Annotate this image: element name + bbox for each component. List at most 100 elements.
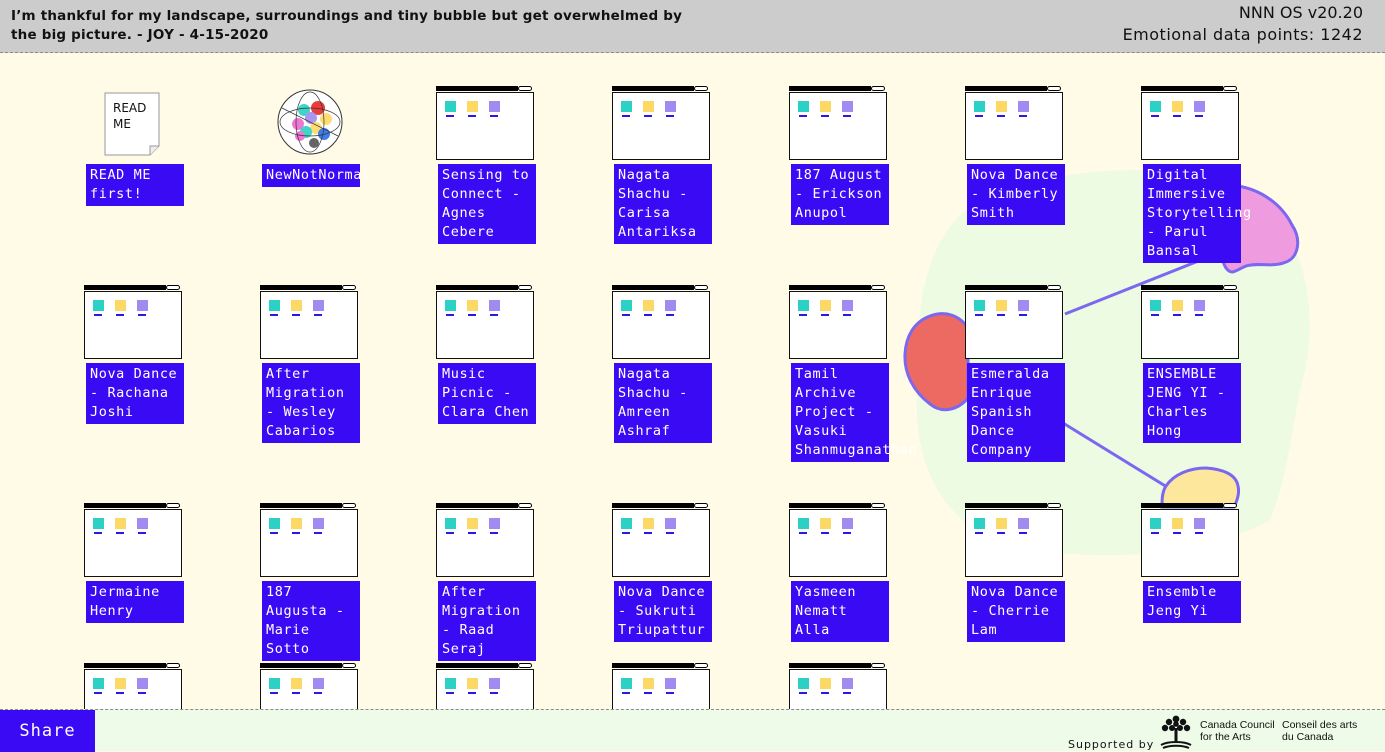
color-square bbox=[621, 678, 632, 689]
window-titlebar bbox=[612, 503, 694, 508]
color-square bbox=[974, 300, 985, 311]
icon-label: Ensemble Jeng Yi bbox=[1143, 581, 1241, 623]
window-thumbnail bbox=[1141, 503, 1239, 577]
square-underline bbox=[138, 314, 146, 316]
conseil-des-arts-fr: Conseil des arts du Canada bbox=[1282, 719, 1358, 743]
square-underline bbox=[94, 314, 102, 316]
square-underline bbox=[468, 314, 476, 316]
window-body bbox=[84, 509, 182, 577]
color-square bbox=[313, 518, 324, 529]
color-square bbox=[467, 101, 478, 112]
square-underline bbox=[468, 115, 476, 117]
window-body bbox=[436, 291, 534, 359]
square-underline bbox=[314, 314, 322, 316]
color-square bbox=[115, 518, 126, 529]
window-control-button bbox=[342, 503, 356, 508]
icon-label: 187 August - Erickson Anupol bbox=[791, 164, 889, 225]
share-button[interactable]: Share bbox=[0, 710, 95, 752]
window-thumbnail bbox=[789, 503, 887, 577]
color-square bbox=[1172, 518, 1183, 529]
window-control-button bbox=[871, 86, 885, 91]
window-titlebar bbox=[789, 503, 871, 508]
top-bar: I’m thankful for my landscape, surroundi… bbox=[0, 0, 1385, 53]
window-control-button bbox=[871, 663, 885, 668]
window-thumbnail bbox=[612, 285, 710, 359]
square-underline bbox=[1173, 115, 1181, 117]
color-square bbox=[665, 300, 676, 311]
window-titlebar bbox=[1141, 285, 1223, 290]
window-titlebar bbox=[789, 285, 871, 290]
color-square bbox=[842, 101, 853, 112]
window-titlebar bbox=[789, 663, 871, 668]
square-underline bbox=[843, 692, 851, 694]
window-body bbox=[789, 92, 887, 160]
color-square bbox=[489, 300, 500, 311]
color-square bbox=[665, 101, 676, 112]
color-square bbox=[137, 678, 148, 689]
window-control-button bbox=[342, 663, 356, 668]
icon-label: Yasmeen Nematt Alla bbox=[791, 581, 889, 642]
readme-doc-text: READ ME bbox=[113, 101, 147, 131]
color-square bbox=[313, 300, 324, 311]
window-body bbox=[789, 509, 887, 577]
window-thumbnail bbox=[436, 285, 534, 359]
square-underline bbox=[138, 532, 146, 534]
square-underline bbox=[799, 115, 807, 117]
square-underline bbox=[1151, 115, 1159, 117]
square-underline bbox=[644, 314, 652, 316]
window-body bbox=[1141, 509, 1239, 577]
window-thumbnail bbox=[260, 503, 358, 577]
color-square bbox=[1194, 101, 1205, 112]
window-thumbnail bbox=[965, 285, 1063, 359]
color-square bbox=[291, 678, 302, 689]
square-underline bbox=[821, 532, 829, 534]
square-underline bbox=[821, 692, 829, 694]
window-body bbox=[612, 291, 710, 359]
square-underline bbox=[975, 314, 983, 316]
square-underline bbox=[116, 314, 124, 316]
square-underline bbox=[1173, 532, 1181, 534]
square-underline bbox=[138, 692, 146, 694]
icon-label: Tamil Archive Project - Vasuki Shanmugan… bbox=[791, 363, 917, 462]
color-square bbox=[996, 518, 1007, 529]
color-square bbox=[798, 300, 809, 311]
color-square bbox=[842, 300, 853, 311]
color-square bbox=[1018, 101, 1029, 112]
icon-label: Nova Dance - Sukruti Triupattur bbox=[614, 581, 712, 642]
square-underline bbox=[666, 314, 674, 316]
color-square bbox=[974, 101, 985, 112]
window-control-button bbox=[1223, 86, 1237, 91]
color-square bbox=[291, 518, 302, 529]
square-underline bbox=[644, 532, 652, 534]
window-thumbnail bbox=[612, 503, 710, 577]
square-underline bbox=[843, 314, 851, 316]
window-control-button bbox=[871, 503, 885, 508]
window-body bbox=[436, 509, 534, 577]
window-thumbnail bbox=[436, 86, 534, 160]
square-underline bbox=[821, 314, 829, 316]
color-square bbox=[643, 101, 654, 112]
window-body bbox=[612, 92, 710, 160]
color-square bbox=[1150, 300, 1161, 311]
square-underline bbox=[270, 532, 278, 534]
window-thumbnail bbox=[789, 86, 887, 160]
color-square bbox=[1150, 518, 1161, 529]
square-underline bbox=[270, 692, 278, 694]
window-control-button bbox=[694, 86, 708, 91]
color-square bbox=[291, 300, 302, 311]
window-titlebar bbox=[84, 503, 166, 508]
window-control-button bbox=[1047, 503, 1061, 508]
color-square bbox=[137, 518, 148, 529]
square-underline bbox=[314, 532, 322, 534]
icon-label: After Migration - Wesley Cabarios bbox=[262, 363, 360, 443]
color-square bbox=[643, 678, 654, 689]
window-titlebar bbox=[965, 285, 1047, 290]
icon-label: Digital Immersive Storytelling - Parul B… bbox=[1143, 164, 1251, 263]
color-square bbox=[313, 678, 324, 689]
yellow-blob bbox=[1160, 466, 1240, 509]
color-square bbox=[115, 300, 126, 311]
color-square bbox=[643, 300, 654, 311]
window-thumbnail bbox=[84, 503, 182, 577]
icon-label: Jermaine Henry bbox=[86, 581, 184, 623]
icon-label: Nova Dance - Rachana Joshi bbox=[86, 363, 184, 424]
